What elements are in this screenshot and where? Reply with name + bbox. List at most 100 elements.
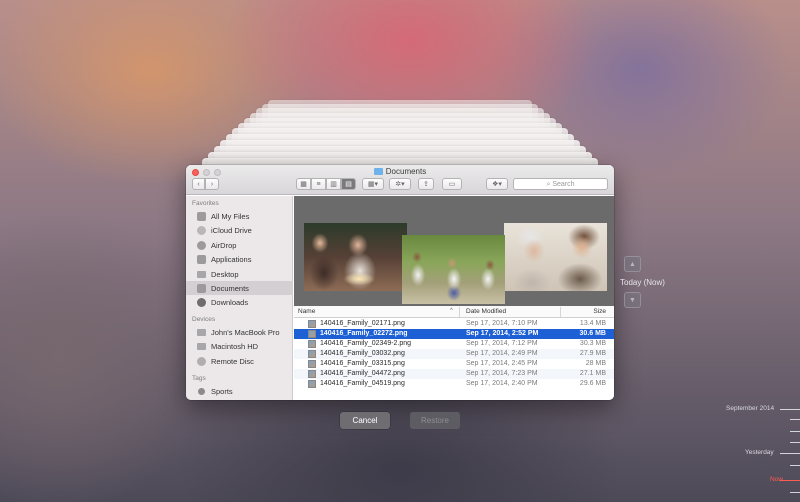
documents-icon (197, 283, 206, 293)
column-divider[interactable] (560, 307, 561, 317)
gear-icon: ✲▾ (395, 180, 405, 188)
all-files-icon (197, 211, 206, 221)
sidebar-item-label: Desktop (211, 269, 239, 279)
file-date: Sep 17, 2014, 2:45 PM (466, 360, 538, 367)
downloads-icon (197, 297, 206, 307)
cancel-button[interactable]: Cancel (340, 412, 390, 429)
file-row[interactable]: 140416_Family_03032.png Sep 17, 2014, 2:… (294, 349, 614, 359)
dropbox-button[interactable]: ❖▾ (486, 178, 508, 190)
file-size: 13.4 MB (579, 320, 606, 327)
sidebar-item-sports[interactable]: Sports (186, 384, 293, 398)
sidebar-item-label: iCloud Drive (211, 225, 252, 235)
timeline-tick[interactable] (790, 492, 800, 493)
file-name: 140416_Family_02171.png (320, 320, 405, 327)
sidebar-item-label: Sports (211, 386, 233, 396)
timeline-tick[interactable] (780, 453, 800, 454)
sidebar-item-all-my-files[interactable]: All My Files (186, 209, 293, 223)
disc-icon (197, 356, 206, 366)
column-divider[interactable] (459, 307, 460, 317)
file-size: 27.9 MB (579, 350, 606, 357)
current-snapshot-label: Today (Now) (620, 278, 665, 287)
sidebar-item-label: Remote Disc (211, 356, 254, 366)
file-name: 140416_Family_03315.png (320, 360, 405, 367)
file-date: Sep 17, 2014, 7:23 PM (466, 370, 538, 377)
share-button[interactable]: ⇪ (418, 178, 434, 190)
column-header: Name ^ Date Modified Size (294, 306, 614, 318)
image-file-icon (308, 340, 316, 348)
sidebar-item-icloud-drive[interactable]: iCloud Drive (186, 223, 293, 237)
arrange-button[interactable]: ▦▾ (362, 178, 384, 190)
column-header-date[interactable]: Date Modified (466, 308, 506, 315)
list-view-icon: ≡ (316, 180, 321, 188)
tag-icon: ▭ (448, 180, 456, 188)
column-header-size[interactable]: Size (593, 308, 606, 315)
restore-button[interactable]: Restore (410, 412, 460, 429)
file-size: 30.6 MB (579, 330, 606, 337)
sidebar-item-airdrop[interactable]: AirDrop (186, 238, 293, 252)
sidebar-item-documents[interactable]: Documents (186, 281, 293, 295)
column-header-name[interactable]: Name (298, 308, 315, 315)
file-date: Sep 17, 2014, 2:52 PM (466, 330, 539, 337)
sidebar-item-label: Macintosh HD (211, 341, 259, 351)
action-button[interactable]: ✲▾ (389, 178, 411, 190)
file-size: 30.3 MB (579, 340, 606, 347)
sidebar-item-downloads[interactable]: Downloads (186, 295, 293, 309)
preview-photo-previous[interactable] (304, 223, 407, 291)
image-file-icon (308, 370, 316, 378)
chevron-left-icon: ‹ (197, 180, 200, 188)
sidebar-item-label: AirDrop (211, 240, 237, 250)
list-view-button[interactable]: ≡ (311, 178, 326, 190)
file-row[interactable]: 140416_Family_04519.png Sep 17, 2014, 2:… (294, 379, 614, 389)
icon-view-button[interactable]: ▦ (296, 178, 311, 190)
back-button[interactable]: ‹ (192, 178, 205, 190)
sidebar-item-label: All My Files (211, 211, 250, 221)
sidebar-item-applications[interactable]: Applications (186, 252, 293, 266)
sidebar-item-desktop[interactable]: Desktop (186, 267, 293, 281)
timeline-tick[interactable] (790, 465, 800, 466)
chevron-up-icon: ▲ (629, 261, 636, 268)
laptop-icon (197, 328, 206, 336)
file-row[interactable]: 140416_Family_03315.png Sep 17, 2014, 2:… (294, 359, 614, 369)
timeline-label-now[interactable]: Now (770, 476, 783, 483)
timeline-label-september-2014[interactable]: September 2014 (726, 405, 774, 412)
file-row[interactable]: 140416_Family_04472.png Sep 17, 2014, 7:… (294, 369, 614, 379)
desktop-icon (197, 270, 206, 278)
sidebar-item-macintosh-hd[interactable]: Macintosh HD (186, 339, 293, 353)
window-title: Documents (385, 167, 427, 176)
sidebar-item-macbook-pro[interactable]: John's MacBook Pro (186, 325, 293, 339)
window-title-area: Documents (186, 167, 614, 176)
timeline-label-yesterday[interactable]: Yesterday (745, 449, 774, 456)
image-file-icon (308, 360, 316, 368)
file-name: 140416_Family_03032.png (320, 350, 405, 357)
cover-flow-preview[interactable] (294, 196, 614, 306)
file-row-selected[interactable]: 140416_Family_02272.png Sep 17, 2014, 2:… (294, 329, 614, 339)
sort-ascending-icon: ^ (450, 308, 453, 314)
forward-button[interactable]: › (205, 178, 219, 190)
file-row[interactable]: 140416_Family_02171.png Sep 17, 2014, 7:… (294, 319, 614, 329)
newer-snapshot-button[interactable]: ▼ (624, 292, 641, 308)
timeline-tick[interactable] (790, 431, 800, 432)
sidebar-item-remote-disc[interactable]: Remote Disc (186, 354, 293, 368)
cover-flow-icon: ▤ (345, 180, 352, 188)
hard-drive-icon (197, 342, 206, 350)
airdrop-icon (197, 240, 206, 250)
file-row[interactable]: 140416_Family_02349-2.png Sep 17, 2014, … (294, 339, 614, 349)
file-name: 140416_Family_04472.png (320, 370, 405, 377)
preview-photo-next[interactable] (504, 223, 607, 291)
search-field[interactable]: ⌕ Search (513, 178, 608, 190)
sidebar-item-label: Downloads (211, 297, 249, 307)
older-snapshot-button[interactable]: ▲ (624, 256, 641, 272)
preview-photo-selected[interactable] (402, 235, 505, 304)
file-name: 140416_Family_04519.png (320, 380, 405, 387)
cover-flow-button[interactable]: ▤ (341, 178, 356, 190)
timeline-tick[interactable] (790, 419, 800, 420)
column-view-button[interactable]: ▥ (326, 178, 341, 190)
timeline-tick[interactable] (780, 409, 800, 410)
edit-tags-button[interactable]: ▭ (442, 178, 462, 190)
sidebar-item-label: Applications (211, 254, 252, 264)
file-date: Sep 17, 2014, 2:40 PM (466, 380, 538, 387)
chevron-down-icon: ▼ (629, 297, 636, 304)
file-list: Name ^ Date Modified Size 140416_Family_… (294, 306, 614, 400)
timeline-tick[interactable] (790, 442, 800, 443)
sidebar-item-label: John's MacBook Pro (211, 327, 280, 337)
